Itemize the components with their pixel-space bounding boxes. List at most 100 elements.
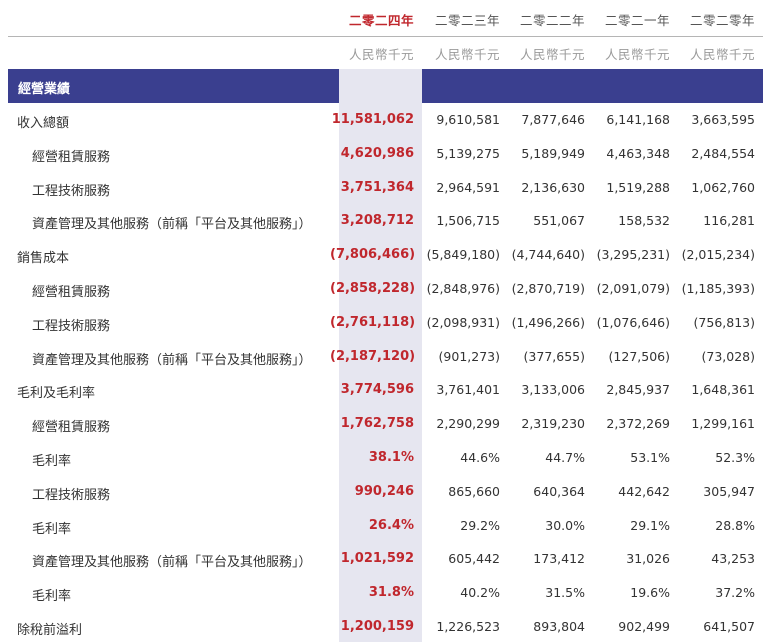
- value-cell-current-year: (2,187,120): [330, 348, 416, 364]
- table-row: 收入總額 11,581,062 9,610,581 7,877,646 6,141,16…: [0, 103, 766, 137]
- value-cell: (2,848,976): [426, 281, 500, 296]
- table-row: 毛利率 26.4% 29.2% 30.0% 29.1% 28.8%: [0, 509, 766, 543]
- value-cell: (2,870,719): [511, 281, 585, 296]
- value-cell: 29.2%: [460, 517, 500, 533]
- value-cell: 1,062,760: [691, 179, 755, 195]
- unit-label: 人民幣千元: [689, 47, 755, 62]
- value-cell: 40.2%: [460, 585, 500, 601]
- row-label: 工程技術服務: [32, 183, 111, 199]
- row-label: 毛利率: [32, 589, 72, 605]
- value-cell: 28.8%: [715, 517, 755, 533]
- value-cell: 53.1%: [630, 450, 670, 465]
- header-divider: [8, 36, 763, 37]
- value-cell-current-year: 31.8%: [368, 585, 414, 601]
- value-cell: 173,412: [533, 551, 585, 567]
- value-cell: 52.3%: [715, 450, 755, 465]
- value-cell-current-year: 990,246: [354, 483, 414, 499]
- table-row: 工程技術服務 (2,761,118) (2,098,931) (1,496,266) (…: [0, 306, 766, 340]
- value-cell: (1,076,646): [596, 314, 670, 330]
- row-label: 毛利率: [32, 521, 72, 537]
- table-row: 除稅前溢利 1,200,159 1,226,523 893,804 902,499 641…: [0, 610, 766, 644]
- row-label: 經營租賃服務: [32, 420, 111, 436]
- row-label: 除稅前溢利: [17, 623, 83, 638]
- table-row: 毛利率 31.8% 40.2% 31.5% 19.6% 37.2%: [0, 576, 766, 610]
- row-label: 工程技術服務: [32, 487, 111, 503]
- value-cell: (2,091,079): [596, 281, 670, 296]
- value-cell: 5,189,949: [521, 145, 585, 161]
- value-cell-current-year: (7,806,466): [330, 247, 416, 263]
- value-cell: 4,463,348: [606, 145, 670, 161]
- table-row: 資產管理及其他服務（前稱「平台及其他服務」） (2,187,120) (901,27…: [0, 340, 766, 374]
- table-row: 資產管理及其他服務（前稱「平台及其他服務」） 3,208,712 1,506,715…: [0, 204, 766, 238]
- year-header-2024: 二零二四年: [348, 13, 414, 28]
- value-cell: 31,026: [626, 551, 670, 567]
- value-cell: 2,964,591: [436, 179, 500, 195]
- value-cell: 1,648,361: [691, 382, 755, 398]
- year-header-2020: 二零二零年: [689, 13, 755, 28]
- value-cell: 158,532: [618, 213, 670, 229]
- value-cell-current-year: 4,620,986: [340, 145, 414, 161]
- value-cell: 2,136,630: [521, 179, 585, 195]
- value-cell-current-year: 38.1%: [368, 450, 414, 465]
- section-header-bar: 經營業績: [8, 69, 763, 103]
- value-cell: 7,877,646: [521, 112, 585, 127]
- value-cell: (4,744,640): [511, 247, 585, 263]
- value-cell-current-year: 3,751,364: [340, 179, 414, 195]
- value-cell: 3,133,006: [521, 382, 585, 398]
- value-cell: 2,484,554: [691, 145, 755, 161]
- value-cell: 19.6%: [630, 585, 670, 601]
- unit-label: 人民幣千元: [348, 47, 414, 62]
- value-cell: 31.5%: [545, 585, 585, 601]
- value-cell: 1,506,715: [436, 213, 500, 229]
- value-cell: 1,519,288: [606, 179, 670, 195]
- row-label: 資產管理及其他服務（前稱「平台及其他服務」）: [32, 352, 312, 368]
- value-cell: 29.1%: [630, 517, 670, 533]
- year-header-2022: 二零二二年: [519, 13, 585, 28]
- value-cell: 865,660: [448, 483, 500, 499]
- value-cell: 30.0%: [545, 517, 585, 533]
- value-cell: 44.6%: [460, 450, 500, 465]
- value-cell-current-year: 11,581,062: [331, 112, 414, 127]
- value-cell: 305,947: [703, 483, 755, 499]
- value-cell: (5,849,180): [426, 247, 500, 263]
- value-cell: (2,015,234): [681, 247, 755, 263]
- value-cell: (73,028): [701, 348, 756, 364]
- year-header-2023: 二零二三年: [434, 13, 500, 28]
- value-cell-current-year: 1,021,592: [340, 551, 414, 567]
- value-cell: 605,442: [448, 551, 500, 567]
- row-label: 毛利率: [32, 454, 72, 469]
- value-cell: 902,499: [618, 619, 670, 634]
- unit-label: 人民幣千元: [434, 47, 500, 62]
- value-cell: (1,185,393): [681, 281, 755, 296]
- row-label: 毛利及毛利率: [17, 386, 96, 402]
- section-bar-current-year-cell: [339, 69, 422, 103]
- value-cell: 1,226,523: [436, 619, 500, 634]
- year-header-2021: 二零二一年: [604, 13, 670, 28]
- row-label: 收入總額: [17, 116, 70, 131]
- unit-label: 人民幣千元: [604, 47, 670, 62]
- value-cell: 116,281: [703, 213, 755, 229]
- value-cell: 893,804: [533, 619, 585, 634]
- table-row: 經營租賃服務 (2,858,228) (2,848,976) (2,870,719) (…: [0, 272, 766, 306]
- value-cell: 9,610,581: [436, 112, 500, 127]
- value-cell-current-year: (2,858,228): [330, 281, 416, 296]
- value-cell: 5,139,275: [436, 145, 500, 161]
- value-cell: 43,253: [711, 551, 755, 567]
- table-row: 資產管理及其他服務（前稱「平台及其他服務」） 1,021,592 605,442 17…: [0, 542, 766, 576]
- table-row: 經營租賃服務 1,762,758 2,290,299 2,319,230 2,372,2…: [0, 407, 766, 441]
- value-cell: 442,642: [618, 483, 670, 499]
- value-cell: 640,364: [533, 483, 585, 499]
- value-cell: (377,655): [523, 348, 585, 364]
- row-label: 銷售成本: [17, 251, 70, 267]
- value-cell: 2,290,299: [436, 416, 500, 432]
- value-cell: (3,295,231): [596, 247, 670, 263]
- table-row: 毛利及毛利率 3,774,596 3,761,401 3,133,006 2,845,9…: [0, 373, 766, 407]
- row-label: 資產管理及其他服務（前稱「平台及其他服務」）: [32, 217, 312, 233]
- table-row: 工程技術服務 990,246 865,660 640,364 442,642 305,94…: [0, 475, 766, 509]
- unit-label: 人民幣千元: [519, 47, 585, 62]
- row-label: 經營租賃服務: [32, 285, 111, 300]
- value-cell: 3,761,401: [436, 382, 500, 398]
- table-row: 工程技術服務 3,751,364 2,964,591 2,136,630 1,519,2…: [0, 171, 766, 205]
- value-cell: (756,813): [693, 314, 755, 330]
- value-cell: 2,319,230: [521, 416, 585, 432]
